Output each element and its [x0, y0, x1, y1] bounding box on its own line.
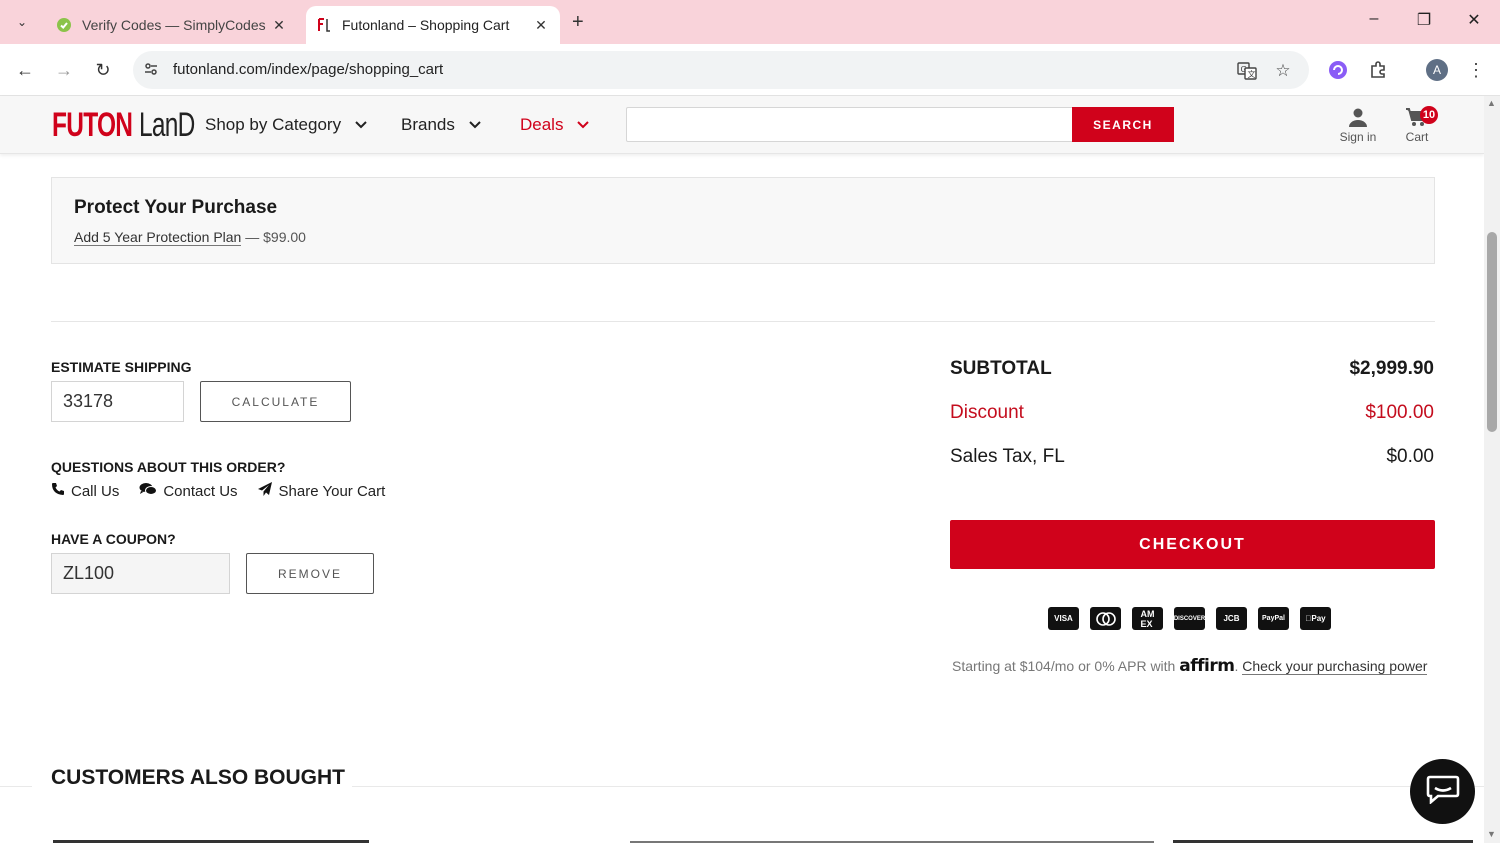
translate-icon[interactable]: G文: [1236, 60, 1258, 82]
cart-icon: 10: [1402, 106, 1438, 128]
restore-icon[interactable]: ❐: [1409, 10, 1439, 30]
reload-icon[interactable]: ↻: [90, 57, 116, 83]
protection-title: Protect Your Purchase: [74, 197, 278, 218]
page-scrollbar[interactable]: ▲ ▼: [1484, 96, 1500, 843]
coupon-code-input[interactable]: ZL100: [51, 553, 230, 594]
chevron-down-icon: [355, 118, 367, 132]
tab-simplycodes[interactable]: Verify Codes — SimplyCodes ✕: [46, 6, 298, 44]
chat-bubbles-icon: [139, 482, 158, 500]
estimate-shipping-label: ESTIMATE SHIPPING: [51, 359, 192, 375]
browser-tab-strip: ⌄ Verify Codes — SimplyCodes ✕ Futonland…: [0, 0, 1500, 44]
question-links: Call Us Contact Us Share Your Cart: [51, 482, 385, 500]
tab-futonland[interactable]: Futonland – Shopping Cart ✕: [306, 6, 560, 44]
phone-icon: [51, 482, 65, 500]
discover-icon: DISCOVER: [1174, 607, 1205, 630]
close-tab-icon[interactable]: ✕: [270, 17, 288, 34]
scroll-up-arrow-icon[interactable]: ▲: [1487, 98, 1496, 108]
scrollbar-thumb[interactable]: [1487, 232, 1497, 432]
payment-methods: VISA AMEX DISCOVER JCB PayPal Pay: [1048, 607, 1331, 630]
paper-plane-icon: [257, 482, 273, 500]
sales-tax-label: Sales Tax, FL: [950, 446, 1065, 467]
subtotal-value: $2,999.90: [1349, 358, 1434, 379]
live-chat-button[interactable]: [1410, 759, 1475, 824]
browser-menu-icon[interactable]: ⋮: [1464, 58, 1488, 82]
amex-icon: AM EX: [1132, 607, 1163, 630]
subtotal-label: SUBTOTAL: [950, 358, 1052, 379]
questions-label: QUESTIONS ABOUT THIS ORDER?: [51, 459, 286, 475]
share-cart-link[interactable]: Share Your Cart: [257, 482, 385, 500]
mastercard-icon: [1090, 607, 1121, 630]
call-us-link[interactable]: Call Us: [51, 482, 119, 500]
check-purchasing-power-link[interactable]: Check your purchasing power: [1242, 658, 1428, 675]
scroll-down-arrow-icon[interactable]: ▼: [1487, 829, 1496, 839]
new-tab-icon[interactable]: +: [572, 11, 584, 34]
extension-purple-icon[interactable]: [1326, 58, 1350, 82]
jcb-icon: JCB: [1216, 607, 1247, 630]
bookmark-star-icon[interactable]: ☆: [1272, 60, 1294, 82]
futonland-icon: [316, 17, 332, 33]
affirm-financing-line: Starting at $104/mo or 0% APR with affir…: [952, 656, 1428, 676]
discount-label: Discount: [950, 402, 1024, 423]
affirm-logo: affirm: [1179, 656, 1235, 676]
tab-title: Futonland – Shopping Cart: [342, 17, 510, 33]
back-icon[interactable]: ←: [12, 57, 38, 83]
visa-icon: VISA: [1048, 607, 1079, 630]
url-text: futonland.com/index/page/shopping_cart: [173, 61, 444, 78]
protection-plan-box: Protect Your Purchase Add 5 Year Protect…: [51, 177, 1435, 264]
checkout-button[interactable]: CHECKOUT: [950, 520, 1435, 569]
calculate-button[interactable]: CALCULATE: [200, 381, 351, 422]
remove-coupon-button[interactable]: REMOVE: [246, 553, 374, 594]
extensions-puzzle-icon[interactable]: [1366, 58, 1390, 82]
cart-count-badge: 10: [1420, 106, 1438, 124]
tab-title: Verify Codes — SimplyCodes: [82, 17, 266, 33]
site-info-icon[interactable]: [143, 61, 159, 82]
tab-search-chevron-icon[interactable]: ⌄: [10, 10, 34, 34]
apple-pay-icon: Pay: [1300, 607, 1331, 630]
zip-code-input[interactable]: 33178: [51, 381, 184, 422]
coupon-label: HAVE A COUPON?: [51, 531, 176, 547]
simplycodes-icon: [56, 17, 72, 33]
nav-deals[interactable]: Deals: [520, 115, 590, 135]
paypal-icon: PayPal: [1258, 607, 1289, 630]
sign-in-link[interactable]: Sign in: [1336, 106, 1380, 144]
address-bar[interactable]: futonland.com/index/page/shopping_cart G…: [133, 51, 1309, 89]
add-protection-plan-link[interactable]: Add 5 Year Protection Plan: [74, 229, 242, 246]
chat-bubble-icon: [1426, 774, 1460, 809]
subtotal-row: SUBTOTAL $2,999.90: [950, 358, 1434, 380]
nav-shop-by-category[interactable]: Shop by Category: [205, 115, 367, 135]
sales-tax-value: $0.00: [1386, 446, 1434, 467]
browser-toolbar: ← → ↻ futonland.com/index/page/shopping_…: [0, 44, 1500, 96]
section-divider: [51, 321, 1435, 322]
chevron-down-icon: [469, 118, 481, 132]
close-window-icon[interactable]: ✕: [1459, 10, 1489, 30]
close-tab-icon[interactable]: ✕: [532, 17, 550, 34]
protection-plan-line: Add 5 Year Protection Plan — $99.00: [74, 229, 306, 246]
search-button[interactable]: SEARCH: [1072, 107, 1174, 142]
minimize-icon[interactable]: –: [1359, 10, 1389, 28]
user-icon: [1336, 106, 1380, 128]
profile-avatar[interactable]: A: [1425, 58, 1449, 82]
site-header: FUTON LanD Shop by Category Brands Deals …: [0, 96, 1484, 154]
sales-tax-row: Sales Tax, FL $0.00: [950, 446, 1434, 468]
forward-icon[interactable]: →: [51, 57, 77, 83]
discount-value: $100.00: [1365, 402, 1434, 423]
customers-also-bought-title: CUSTOMERS ALSO BOUGHT: [51, 766, 346, 789]
futonland-logo[interactable]: FUTON LanD: [52, 108, 217, 142]
cart-link[interactable]: 10 Cart: [1402, 106, 1438, 144]
nav-brands[interactable]: Brands: [401, 115, 481, 135]
contact-us-link[interactable]: Contact Us: [139, 482, 238, 500]
search-input[interactable]: [626, 107, 1074, 142]
chevron-down-icon: [577, 118, 590, 132]
svg-text:文: 文: [1248, 69, 1256, 79]
protection-plan-price: — $99.00: [245, 229, 306, 245]
discount-row: Discount $100.00: [950, 402, 1434, 424]
